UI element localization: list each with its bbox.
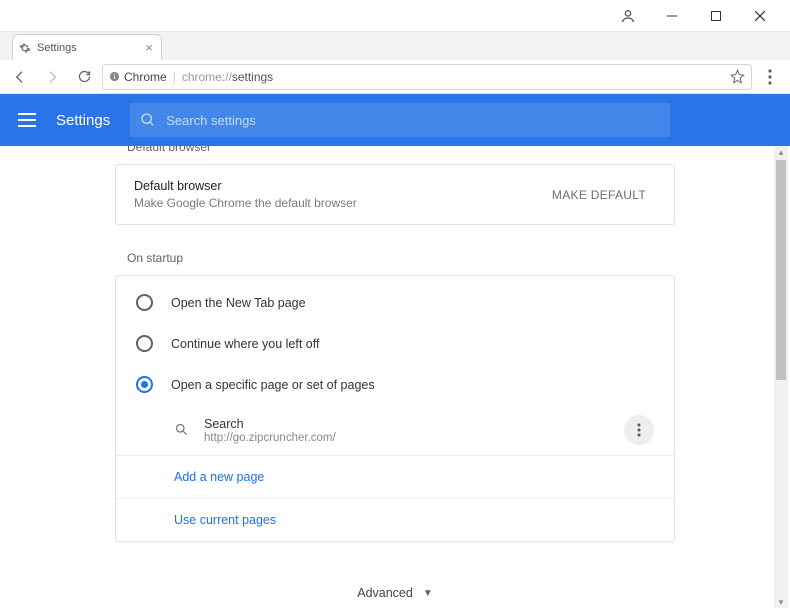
radio-label: Open the New Tab page (171, 296, 306, 310)
tab-settings[interactable]: Settings × (12, 34, 162, 60)
reload-button[interactable] (70, 63, 98, 91)
new-tab-button[interactable] (168, 38, 190, 58)
tab-title: Settings (37, 42, 77, 54)
section-on-startup-label: On startup (127, 251, 675, 265)
section-default-browser-label: Default browser (127, 146, 675, 154)
forward-button[interactable] (38, 63, 66, 91)
startup-page-url: http://go.zipcruncher.com/ (204, 432, 336, 444)
close-button[interactable] (738, 2, 782, 30)
menu-button[interactable] (756, 63, 784, 91)
search-icon (140, 112, 156, 128)
startup-option-continue[interactable]: Continue where you left off (116, 323, 674, 364)
add-new-page-link[interactable]: Add a new page (116, 455, 674, 498)
use-current-pages-link[interactable]: Use current pages (116, 498, 674, 541)
radio-icon-selected (136, 376, 153, 393)
magnifier-icon (174, 422, 190, 438)
bookmark-star-icon[interactable] (730, 69, 745, 84)
back-button[interactable] (6, 63, 34, 91)
account-icon[interactable] (606, 2, 650, 30)
page-more-button[interactable] (624, 415, 654, 445)
toolbar: Chrome | chrome://settings (0, 60, 790, 94)
radio-label: Continue where you left off (171, 337, 319, 351)
default-browser-heading: Default browser (134, 179, 357, 193)
secure-label: Chrome (124, 70, 167, 84)
window-titlebar (0, 0, 790, 32)
gear-icon (19, 42, 31, 54)
tab-strip: Settings × (0, 32, 790, 60)
startup-option-specific-pages[interactable]: Open a specific page or set of pages (116, 364, 674, 405)
startup-page-title: Search (204, 417, 336, 431)
scroll-down-icon[interactable]: ▾ (776, 596, 786, 608)
scroll-thumb[interactable] (776, 160, 786, 380)
address-bar[interactable]: Chrome | chrome://settings (102, 64, 752, 90)
default-browser-sub: Make Google Chrome the default browser (134, 196, 357, 210)
scroll-up-icon[interactable]: ▴ (776, 146, 786, 158)
advanced-toggle[interactable]: Advanced ▼ (115, 586, 675, 600)
chevron-down-icon: ▼ (423, 588, 433, 599)
default-browser-card: Default browser Make Google Chrome the d… (115, 164, 675, 225)
settings-content: Default browser Default browser Make Goo… (0, 146, 790, 608)
url-host: chrome://settings (182, 70, 273, 84)
radio-icon (136, 335, 153, 352)
advanced-label: Advanced (357, 586, 413, 600)
startup-option-new-tab[interactable]: Open the New Tab page (116, 282, 674, 323)
hamburger-icon[interactable] (12, 105, 42, 135)
scrollbar[interactable]: ▴ ▾ (774, 146, 788, 608)
tab-close-icon[interactable]: × (145, 40, 153, 55)
settings-search-input[interactable] (166, 113, 660, 128)
make-default-button[interactable]: MAKE DEFAULT (542, 182, 656, 208)
maximize-button[interactable] (694, 2, 738, 30)
minimize-button[interactable] (650, 2, 694, 30)
page-title: Settings (56, 112, 110, 129)
radio-icon (136, 294, 153, 311)
site-info-icon[interactable]: Chrome (109, 70, 167, 84)
startup-page-row: Search http://go.zipcruncher.com/ (116, 405, 674, 455)
settings-search[interactable] (130, 103, 670, 137)
settings-header: Settings (0, 94, 790, 146)
on-startup-card: Open the New Tab page Continue where you… (115, 275, 675, 542)
radio-label: Open a specific page or set of pages (171, 378, 375, 392)
